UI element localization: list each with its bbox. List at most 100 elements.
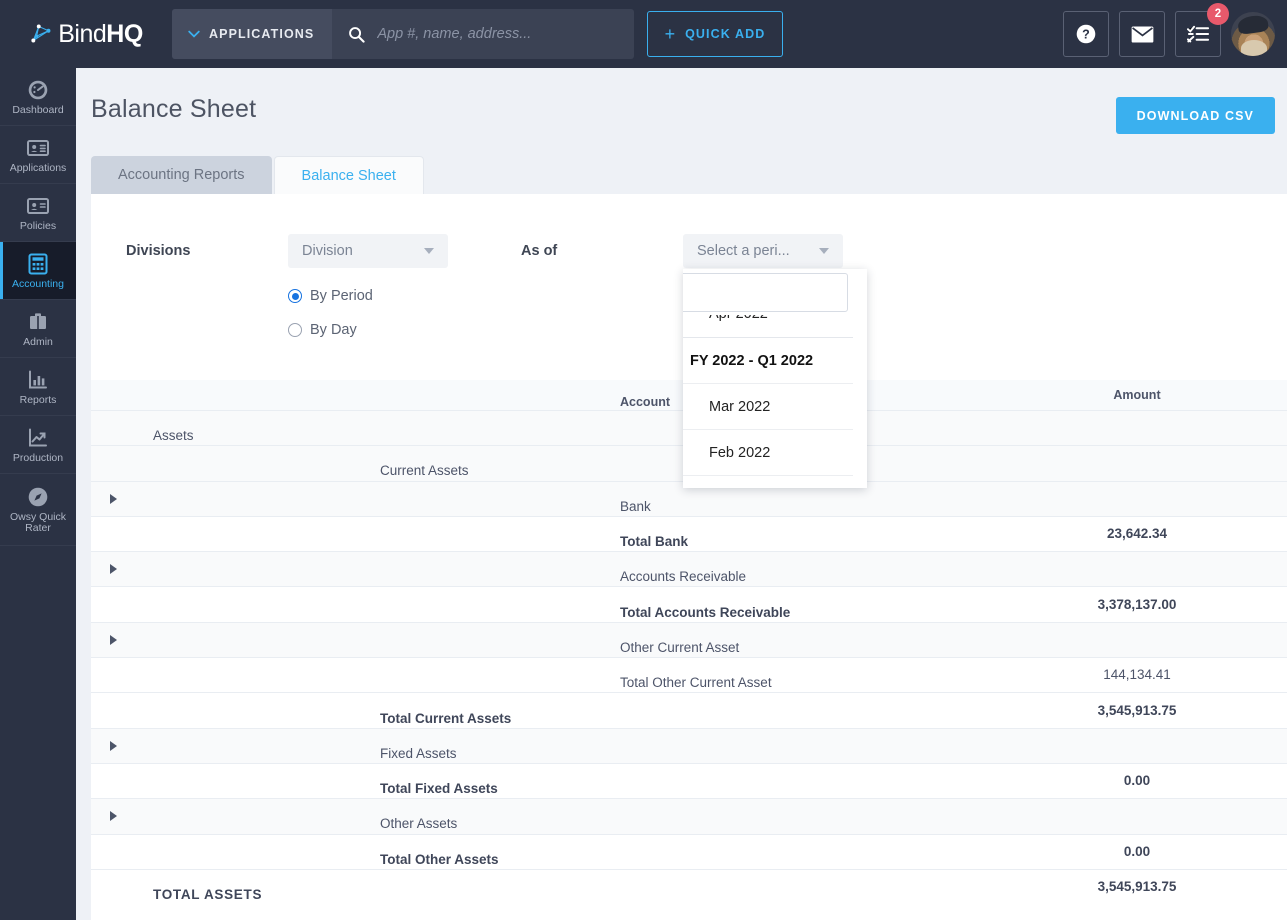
question-circle-icon: ? bbox=[1076, 24, 1096, 44]
table-row: Other Assets bbox=[91, 798, 1287, 834]
messages-button[interactable] bbox=[1119, 11, 1165, 57]
page-content: Balance Sheet DOWNLOAD CSV Accounting Re… bbox=[76, 68, 1287, 920]
period-option-mar-2022[interactable]: Mar 2022 bbox=[683, 383, 853, 429]
table-row: TOTAL ASSETS 3,545,913.75 bbox=[91, 868, 1287, 905]
sidebar-item-reports[interactable]: Reports bbox=[0, 358, 76, 416]
brand-logo[interactable]: BindHQ bbox=[0, 0, 172, 68]
period-option-jan-2022[interactable]: Jan 2022 bbox=[683, 475, 853, 488]
expand-triangle-icon[interactable] bbox=[109, 634, 117, 645]
period-group-header: FY 2022 - Q1 2022 bbox=[683, 337, 853, 383]
sidebar-item-accounting[interactable]: Accounting bbox=[0, 242, 76, 300]
row-amount-cell: 23,642.34 bbox=[987, 525, 1287, 543]
period-option-list[interactable]: Apr 2022 FY 2022 - Q1 2022 Mar 2022 Feb … bbox=[683, 315, 853, 488]
divisions-label: Divisions bbox=[126, 243, 191, 259]
speedometer-icon bbox=[28, 80, 48, 99]
tasks-button[interactable]: 2 bbox=[1175, 3, 1229, 57]
sidebar-item-production[interactable]: Production bbox=[0, 416, 76, 474]
download-csv-button[interactable]: DOWNLOAD CSV bbox=[1115, 97, 1275, 134]
search-scope-dropdown[interactable]: APPLICATIONS bbox=[172, 9, 333, 59]
table-row: Fixed Assets bbox=[91, 727, 1287, 763]
table-row: Accounts Receivable bbox=[91, 551, 1287, 587]
sidebar-item-dashboard[interactable]: Dashboard bbox=[0, 68, 76, 126]
expand-triangle-icon[interactable] bbox=[109, 493, 117, 504]
chevron-down-icon bbox=[188, 30, 200, 38]
sidebar-item-label: Dashboard bbox=[12, 103, 64, 116]
task-list-icon bbox=[1186, 25, 1209, 43]
radio-by-period-control[interactable] bbox=[288, 289, 302, 303]
radio-by-day-label: By Day bbox=[310, 322, 357, 338]
column-header-amount: Amount bbox=[1113, 388, 1161, 402]
table-row: Total Bank 23,642.34 bbox=[91, 515, 1287, 552]
sidebar-item-label: Admin bbox=[23, 335, 53, 348]
search-input[interactable] bbox=[377, 26, 620, 42]
period-option-clipped[interactable]: Apr 2022 bbox=[683, 315, 853, 337]
row-account-label: Other Current Asset bbox=[620, 639, 740, 655]
brand-name: BindHQ bbox=[58, 20, 143, 49]
tasks-badge: 2 bbox=[1207, 3, 1229, 25]
period-option[interactable]: Apr 2022 bbox=[683, 315, 853, 337]
as-of-label: As of bbox=[521, 243, 558, 259]
row-toggle-cell[interactable] bbox=[91, 811, 135, 822]
row-amount-value: 0.00 bbox=[1123, 773, 1151, 789]
row-account-label: Current Assets bbox=[380, 463, 469, 479]
row-account-label: Total Accounts Receivable bbox=[620, 604, 791, 620]
table-row: Total Accounts Receivable 3,378,137.00 bbox=[91, 586, 1287, 622]
help-button[interactable]: ? bbox=[1063, 11, 1109, 57]
period-search-input[interactable] bbox=[686, 284, 867, 301]
period-option-feb-2022[interactable]: Feb 2022 bbox=[683, 429, 853, 475]
search-icon bbox=[349, 26, 365, 43]
tab-bar: Accounting Reports Balance Sheet bbox=[91, 156, 424, 194]
global-search-bar: APPLICATIONS bbox=[172, 9, 634, 59]
period-select-value: Select a peri... bbox=[697, 243, 790, 259]
caret-down-icon bbox=[819, 248, 829, 254]
radio-by-period-label: By Period bbox=[310, 288, 373, 304]
quick-add-button[interactable]: + QUICK ADD bbox=[647, 11, 783, 57]
row-amount-cell: 0.00 bbox=[987, 772, 1287, 790]
table-row: Total Other Current Asset 144,134.41 bbox=[91, 657, 1287, 693]
row-account-label: Total Fixed Assets bbox=[380, 781, 498, 797]
report-card: Divisions As of Division Select a peri..… bbox=[91, 194, 1287, 920]
svg-text:?: ? bbox=[1082, 28, 1090, 42]
sidebar-item-policies[interactable]: Policies bbox=[0, 184, 76, 242]
tab-balance-sheet[interactable]: Balance Sheet bbox=[273, 156, 424, 194]
row-toggle-cell[interactable] bbox=[91, 493, 135, 504]
avatar[interactable] bbox=[1231, 12, 1275, 56]
row-account-label: Total Bank bbox=[620, 534, 689, 550]
division-select-value: Division bbox=[302, 243, 353, 259]
expand-triangle-icon[interactable] bbox=[109, 564, 117, 575]
row-amount-value: 3,378,137.00 bbox=[1097, 596, 1177, 612]
caret-down-icon bbox=[424, 248, 434, 254]
sidebar-item-owsy-quick-rater[interactable]: Owsy Quick Rater bbox=[0, 474, 76, 546]
tab-accounting-reports[interactable]: Accounting Reports bbox=[91, 156, 272, 194]
quick-add-label: QUICK ADD bbox=[685, 27, 766, 41]
row-account-label: Total Current Assets bbox=[380, 710, 512, 726]
radio-by-day-control[interactable] bbox=[288, 323, 302, 337]
row-toggle-cell[interactable] bbox=[91, 564, 135, 575]
main-sidebar: Dashboard Applications Policies Accounti… bbox=[0, 68, 76, 920]
row-account-label: TOTAL ASSETS bbox=[153, 887, 263, 902]
bindhq-logo-icon bbox=[31, 24, 51, 43]
calculator-icon bbox=[28, 253, 48, 274]
row-account-label: Total Other Assets bbox=[380, 851, 499, 867]
sidebar-item-label: Policies bbox=[19, 219, 57, 232]
row-amount-cell: 3,545,913.75 bbox=[987, 702, 1287, 720]
line-chart-icon bbox=[29, 428, 47, 446]
id-card-icon bbox=[27, 139, 49, 156]
row-amount-value: 3,545,913.75 bbox=[1097, 702, 1177, 718]
division-select[interactable]: Division bbox=[288, 234, 448, 268]
radio-by-day[interactable]: By Day bbox=[288, 322, 357, 338]
row-amount-cell: 144,134.41 bbox=[987, 666, 1287, 684]
sidebar-item-applications[interactable]: Applications bbox=[0, 126, 76, 184]
period-dropdown-panel: Apr 2022 FY 2022 - Q1 2022 Mar 2022 Feb … bbox=[683, 269, 867, 488]
table-row: Other Current Asset bbox=[91, 621, 1287, 658]
row-toggle-cell[interactable] bbox=[91, 740, 135, 751]
row-amount-cell: 3,378,137.00 bbox=[987, 596, 1287, 614]
sidebar-item-admin[interactable]: Admin bbox=[0, 300, 76, 358]
sidebar-item-label: Accounting bbox=[12, 277, 64, 290]
expand-triangle-icon[interactable] bbox=[109, 740, 117, 751]
expand-triangle-icon[interactable] bbox=[109, 811, 117, 822]
period-select[interactable]: Select a peri... bbox=[683, 234, 843, 268]
compass-icon bbox=[28, 487, 48, 507]
row-toggle-cell[interactable] bbox=[91, 634, 135, 645]
radio-by-period[interactable]: By Period bbox=[288, 288, 373, 304]
